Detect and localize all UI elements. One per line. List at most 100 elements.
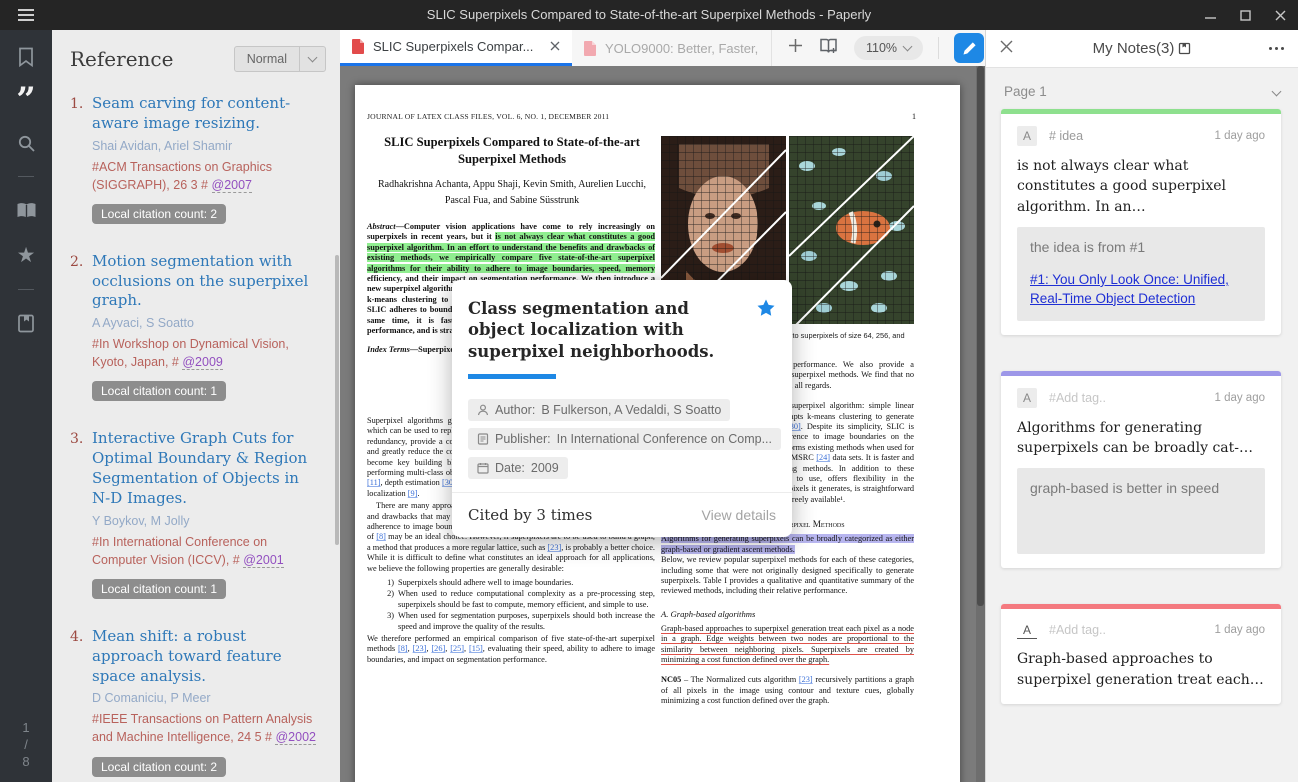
reference-year-link[interactable]: @2007 [212, 178, 253, 193]
notes-page-group-row[interactable]: Page 1 [986, 68, 1298, 109]
pdf-viewer[interactable]: JOURNAL OF LATEX CLASS FILES, VOL. 6, NO… [340, 66, 985, 782]
reference-item: 3. Interactive Graph Cuts for Optimal Bo… [70, 429, 320, 598]
paperly-app: SLIC Superpixels Compared to State-of-th… [0, 0, 1298, 782]
avatar: A [1017, 388, 1037, 408]
note-tag-placeholder[interactable]: #Add tag.. [1049, 623, 1106, 637]
note-body[interactable]: is not always clear what constitutes a g… [1017, 156, 1265, 217]
notes-panel: My Notes(3) Page 1 A # idea 1 day ago is… [985, 30, 1298, 782]
add-tab-icon[interactable] [788, 38, 803, 58]
note-card: A #Add tag.. 1 day ago Algorithms for ge… [1001, 371, 1281, 569]
local-citation-badge: Local citation count: 1 [92, 381, 226, 401]
reference-authors: A Ayvaci, S Soatto [92, 316, 320, 330]
close-panel-icon[interactable] [1000, 40, 1013, 58]
add-to-library-icon[interactable] [818, 37, 839, 60]
popup-title: Class segmentation and object localizati… [468, 298, 746, 362]
zoom-level-dropdown[interactable]: 110% [854, 36, 923, 60]
note-timestamp: 1 day ago [1214, 130, 1265, 142]
popup-accent-bar [468, 374, 556, 379]
popup-publisher-row: Publisher: In International Conference o… [468, 428, 781, 450]
bookmark-icon[interactable] [16, 44, 36, 70]
sidebar-title: Reference [70, 47, 173, 71]
reference-authors: Y Boykov, M Jolly [92, 514, 320, 528]
local-citation-badge: Local citation count: 2 [92, 204, 226, 224]
close-window-button[interactable] [1275, 10, 1286, 21]
reference-year-link[interactable]: @2002 [275, 730, 316, 745]
library-book-icon[interactable] [15, 197, 38, 223]
more-menu-icon[interactable] [1269, 47, 1284, 50]
chevron-down-icon [1272, 87, 1282, 97]
local-citation-badge: Local citation count: 2 [92, 757, 226, 777]
avatar: A [1017, 126, 1037, 146]
note-comment-box: the idea is from #1 #1: You Only Look On… [1017, 227, 1265, 321]
window-titlebar: SLIC Superpixels Compared to State-of-th… [0, 0, 1298, 30]
reference-year-link[interactable]: @2009 [182, 355, 223, 370]
reference-authors: Shai Avidan, Ariel Shamir [92, 139, 320, 153]
reference-sidebar: Reference Normal 1. Seam carving for con… [52, 30, 340, 782]
red-underline-annotation: Graph-based approaches to superpixel gen… [661, 624, 914, 664]
pdf-highlighted-sentence: Algorithms for generating superpixels ca… [661, 534, 914, 555]
reference-list: 1. Seam carving for content-aware image … [52, 82, 340, 777]
viewer-toolbar: 110% [772, 33, 984, 63]
notes-title: My Notes(3) [986, 40, 1298, 57]
note-body[interactable]: Graph-based approaches to superpixel gen… [1017, 649, 1265, 690]
reference-venue: #ACM Transactions on Graphics (SIGGRAPH)… [92, 158, 320, 194]
pencil-icon [962, 41, 977, 56]
reference-year-link[interactable]: @2001 [243, 553, 284, 568]
pdf-underlined-paragraph: Graph-based approaches to superpixel gen… [661, 624, 914, 666]
pdf-file-icon [352, 39, 365, 54]
page-indicator: 1 / 8 [0, 719, 52, 770]
note-comment-box: graph-based is better in speed [1017, 468, 1265, 554]
minimize-button[interactable] [1205, 10, 1216, 21]
reference-title[interactable]: Motion segmentation with occlusions on t… [92, 252, 320, 311]
document-icon [477, 433, 489, 445]
favorites-star-icon[interactable]: ★ [17, 243, 36, 269]
reference-venue: #IEEE Transactions on Pattern Analysis a… [92, 710, 320, 746]
notes-header: My Notes(3) [986, 30, 1298, 68]
note-reference-link[interactable]: #1: You Only Look Once: Unified, Real-Ti… [1030, 271, 1252, 309]
reference-venue: #In International Conference on Computer… [92, 533, 320, 569]
pdf-page-number: 1 [912, 112, 916, 121]
citation-style-dropdown[interactable]: Normal [234, 46, 326, 72]
cited-by-count: Cited by 3 times [468, 506, 592, 524]
sidebar-scrollbar[interactable] [335, 255, 339, 545]
left-icon-rail: ” ★ 1 / 8 [0, 30, 52, 782]
calendar-icon [477, 462, 489, 474]
person-icon [477, 404, 489, 416]
reference-title[interactable]: Seam carving for content-aware image res… [92, 94, 320, 134]
saved-notes-icon[interactable] [16, 310, 36, 336]
close-tab-icon[interactable] [550, 38, 560, 56]
pdf-main-area: SLIC Superpixels Compar... YOLO9000: Bet… [340, 30, 985, 782]
hamburger-menu-icon[interactable] [18, 9, 34, 21]
pdf-paper-authors: Radhakrishna Achanta, Appu Shaji, Kevin … [377, 177, 647, 209]
view-details-button[interactable]: View details [702, 507, 776, 523]
notebook-icon [1178, 42, 1191, 55]
reference-item: 4. Mean shift: a robust approach toward … [70, 627, 320, 777]
note-timestamp: 1 day ago [1214, 392, 1265, 404]
tab-slic-paper[interactable]: SLIC Superpixels Compar... [340, 30, 572, 66]
reference-venue: #In Workshop on Dynamical Vision, Kyoto,… [92, 335, 320, 371]
window-title: SLIC Superpixels Compared to State-of-th… [0, 0, 1298, 30]
pdf-property-list: 1)Superpixels should adhere well to imag… [367, 578, 655, 632]
annotate-pencil-button[interactable] [954, 33, 984, 63]
window-controls [1205, 0, 1286, 30]
rail-divider [18, 176, 34, 177]
note-tag-placeholder[interactable]: #Add tag.. [1049, 391, 1106, 405]
star-favorite-icon[interactable] [756, 298, 776, 362]
reference-title[interactable]: Mean shift: a robust approach toward fea… [92, 627, 320, 686]
search-icon[interactable] [16, 130, 37, 156]
figure-clownfish-superpixels [789, 136, 914, 324]
pdf-rc-paragraph-3: Below, we review popular superpixel meth… [661, 555, 914, 597]
note-body[interactable]: Algorithms for generating superpixels ca… [1017, 418, 1265, 459]
pdf-scrollbar-thumb[interactable] [977, 66, 984, 606]
maximize-button[interactable] [1240, 10, 1251, 21]
note-card: A # idea 1 day ago is not always clear w… [1001, 109, 1281, 335]
popup-author-row: Author: B Fulkerson, A Vedaldi, S Soatto [468, 399, 730, 421]
note-tag[interactable]: # idea [1049, 129, 1083, 143]
tab-yolo9000-paper[interactable]: YOLO9000: Better, Faster,... [572, 30, 772, 66]
note-timestamp: 1 day ago [1214, 624, 1265, 636]
citations-icon[interactable]: ” [16, 90, 36, 110]
pdf-scrollbar-track[interactable] [976, 66, 985, 782]
pdf-outro-paragraph: We therefore performed an empirical comp… [367, 634, 655, 665]
reference-title[interactable]: Interactive Graph Cuts for Optimal Bound… [92, 429, 320, 508]
document-tabstrip: SLIC Superpixels Compar... YOLO9000: Bet… [340, 30, 985, 66]
